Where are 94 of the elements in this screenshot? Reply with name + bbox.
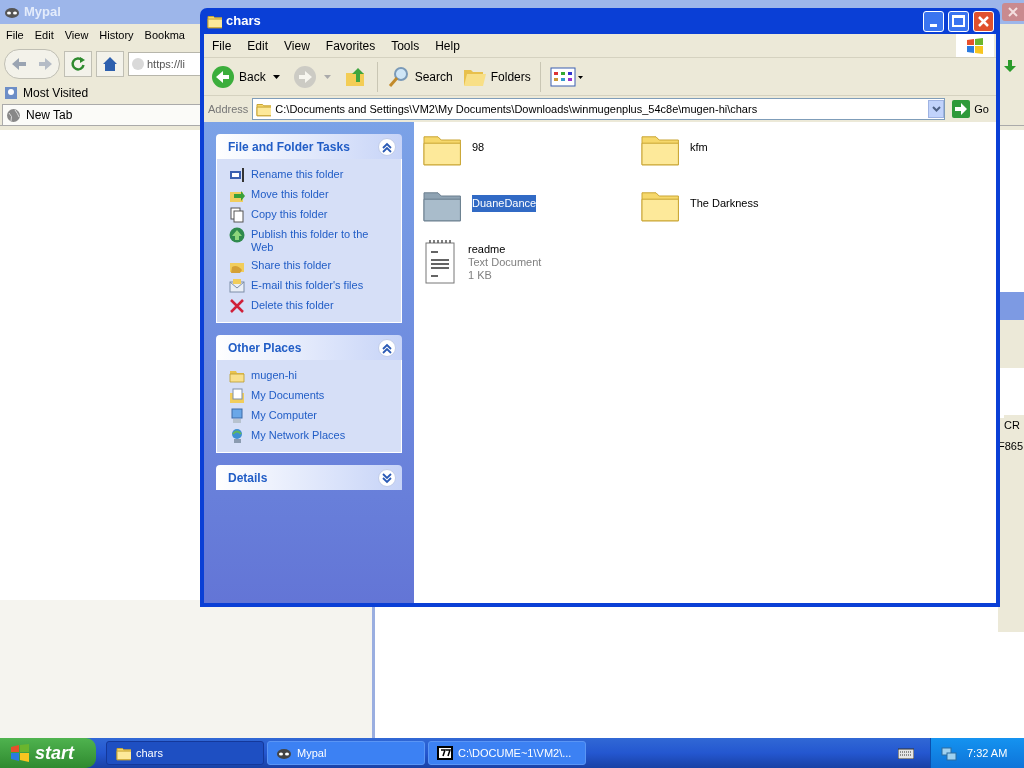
task-link[interactable]: Move this folder <box>229 187 389 203</box>
clock: 7:32 AM <box>967 745 1008 761</box>
panel-header[interactable]: File and Folder Tasks <box>216 134 402 159</box>
menu-item[interactable]: File <box>6 26 24 44</box>
folder-icon <box>255 101 272 117</box>
close-icon <box>978 15 989 27</box>
back-button[interactable]: Back <box>208 60 269 93</box>
magnifier-icon <box>4 86 18 100</box>
globe-icon <box>6 107 21 123</box>
file-name[interactable]: DuaneDance <box>472 195 537 212</box>
task-link[interactable]: E-mail this folder's files <box>229 278 389 294</box>
task-link[interactable]: Rename this folder <box>229 167 389 183</box>
dropdown-caret-icon <box>272 74 280 79</box>
network-status-icon <box>941 745 957 761</box>
search-button[interactable]: Search <box>383 60 456 93</box>
close-icon <box>1008 7 1018 17</box>
reload-icon <box>70 56 86 72</box>
copy-pages-icon <box>229 207 245 223</box>
back-arrow-icon <box>10 56 28 72</box>
search-icon <box>386 64 411 89</box>
task-link[interactable]: My Computer <box>229 408 389 424</box>
globe-icon <box>229 227 245 243</box>
file-name[interactable]: kfm <box>690 139 708 156</box>
panel-header[interactable]: Other Places <box>216 335 402 360</box>
expand-chevron-icon[interactable] <box>378 468 396 487</box>
reload-button[interactable] <box>64 51 92 77</box>
menu-item[interactable]: Edit <box>34 26 54 44</box>
file-name[interactable]: 98 <box>472 139 485 156</box>
file-size: 1 KB <box>468 269 493 282</box>
home-button[interactable] <box>96 51 124 77</box>
menu-item[interactable]: History <box>99 26 134 44</box>
documents-folder-icon <box>229 388 245 404</box>
task-link[interactable]: mugen-hi <box>229 368 389 384</box>
globe-icon <box>132 58 144 70</box>
task-link[interactable]: Delete this folder <box>229 298 389 314</box>
menu-item[interactable]: Tools <box>391 36 420 55</box>
network-globe-icon <box>229 428 245 444</box>
url-field[interactable]: https://li <box>128 52 200 76</box>
address-field[interactable]: C:\Documents and Settings\VM2\My Documents\Downloads\winmugenplus_54c8e\mugen-hi\chars <box>252 98 946 120</box>
folder-icon <box>206 13 222 29</box>
menu-item[interactable]: View <box>284 36 310 55</box>
folders-button[interactable]: Folders <box>459 60 534 93</box>
go-arrow-icon <box>952 100 971 118</box>
window-title: Mypal <box>24 3 61 22</box>
rename-icon <box>229 167 245 183</box>
panel-header[interactable]: Details <box>216 465 402 490</box>
taskbar-button[interactable]: Mypal <box>267 741 425 765</box>
task-link[interactable]: My Network Places <box>229 428 389 444</box>
raccoon-icon <box>4 5 20 19</box>
minimize-button[interactable] <box>923 10 944 32</box>
windows-flag-icon <box>10 744 30 762</box>
chevron-down-icon <box>931 106 941 112</box>
envelope-icon <box>229 278 245 294</box>
dropdown-button[interactable] <box>928 100 945 118</box>
address-label: Address <box>208 101 249 117</box>
archive-app-icon <box>437 746 453 760</box>
menu-item[interactable]: Favorites <box>325 36 376 55</box>
computer-icon <box>229 408 245 424</box>
file-name[interactable]: The Darkness <box>690 195 759 212</box>
forward-arrow-icon <box>38 56 54 72</box>
dropdown-caret-icon <box>323 74 331 79</box>
keyboard-icon <box>898 747 914 759</box>
task-link[interactable]: Share this folder <box>229 258 389 274</box>
file-name[interactable]: readme <box>468 243 506 256</box>
file-type: Text Document <box>468 256 542 269</box>
bookmark-folder[interactable]: Most Visited <box>4 84 89 102</box>
menu-item[interactable]: Bookma <box>144 26 185 44</box>
download-arrow-icon <box>1003 59 1017 73</box>
text-document-icon <box>422 240 458 286</box>
menu-item[interactable]: File <box>212 36 232 55</box>
folder-icon <box>229 368 245 384</box>
maximize-button[interactable] <box>948 10 969 32</box>
title-bar <box>998 292 1024 320</box>
collapse-chevron-icon[interactable] <box>378 137 396 156</box>
close-button[interactable] <box>973 10 994 32</box>
collapse-chevron-icon[interactable] <box>378 338 396 357</box>
raccoon-icon <box>276 746 292 760</box>
delete-icon <box>229 298 245 314</box>
task-link[interactable]: Publish this folder to the Web <box>229 227 389 254</box>
taskbar-button[interactable]: C:\DOCUME~1\VM2\... <box>428 741 586 765</box>
task-link[interactable]: My Documents <box>229 388 389 404</box>
menu-item[interactable]: View <box>64 26 89 44</box>
maximize-icon <box>952 15 965 27</box>
task-link[interactable]: Copy this folder <box>229 207 389 223</box>
menu-item[interactable]: Help <box>435 36 460 55</box>
go-button[interactable]: Go <box>949 100 992 118</box>
home-icon <box>102 56 118 72</box>
menu-item[interactable]: Edit <box>247 36 269 55</box>
taskbar-button[interactable]: chars <box>106 741 264 765</box>
windows-flag-icon <box>966 37 984 54</box>
window-title: chars <box>226 12 261 31</box>
folder-icon <box>115 745 131 761</box>
views-grid-icon <box>549 65 584 88</box>
browser-tab[interactable]: New Tab <box>2 104 202 125</box>
